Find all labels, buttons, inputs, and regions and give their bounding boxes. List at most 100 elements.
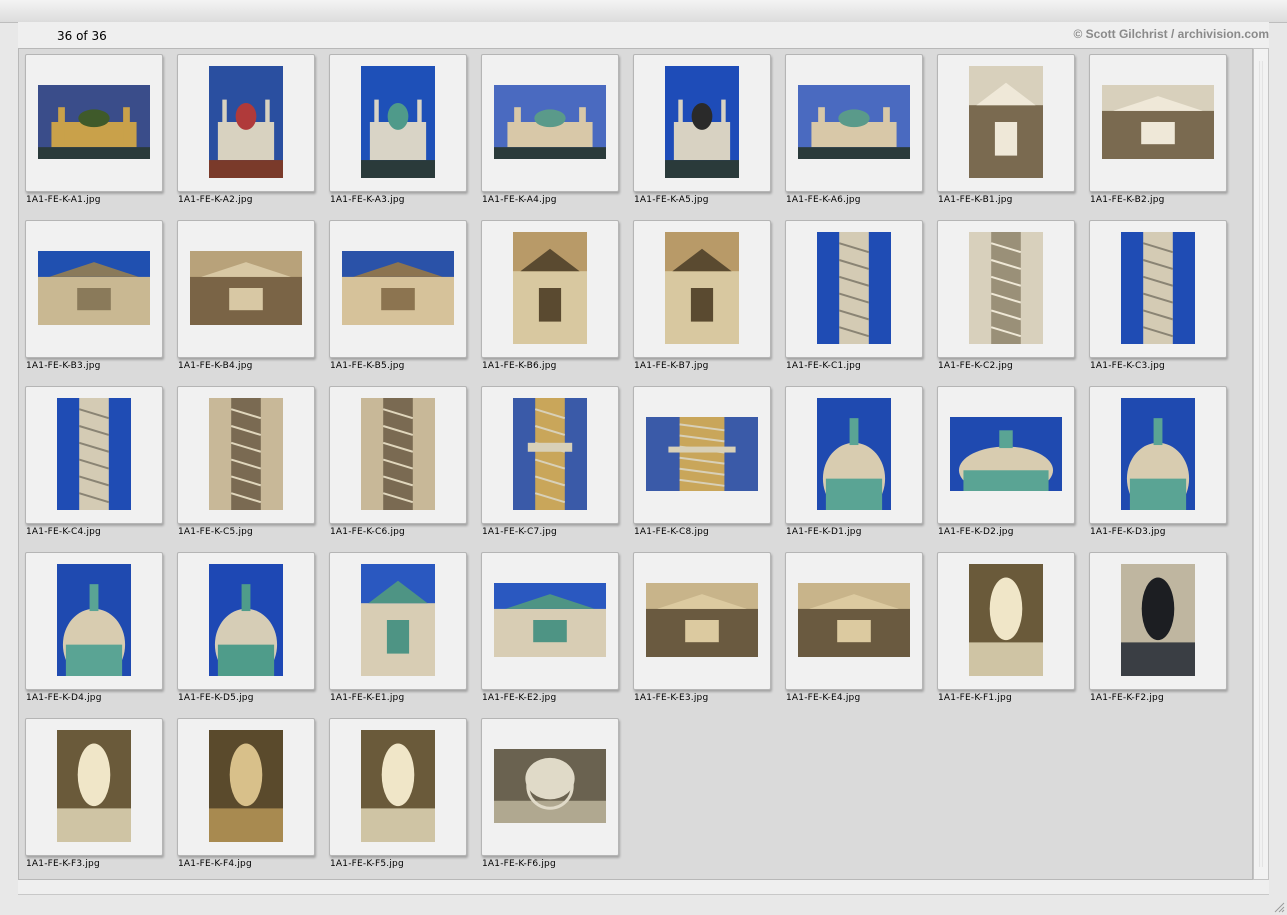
resize-grip-icon[interactable] (1273, 901, 1285, 913)
thumbnail-image[interactable] (494, 749, 606, 823)
thumbnail-image[interactable] (190, 251, 302, 325)
thumbnail-image[interactable] (665, 232, 739, 344)
thumbnail-tile[interactable] (937, 220, 1075, 358)
thumbnail-image[interactable] (361, 66, 435, 178)
thumbnail-tile[interactable] (785, 54, 923, 192)
thumbnail-tile[interactable] (785, 552, 923, 690)
thumbnail-filename: 1A1-FE-K-F2.jpg (1090, 693, 1164, 703)
thumbnail-tile[interactable] (177, 220, 315, 358)
thumbnail-image[interactable] (38, 251, 150, 325)
thumbnail-image[interactable] (494, 583, 606, 657)
thumbnail-filename: 1A1-FE-K-F4.jpg (178, 859, 252, 869)
thumbnail-filename: 1A1-FE-K-B1.jpg (938, 195, 1013, 205)
thumbnail-filename: 1A1-FE-K-D3.jpg (1090, 527, 1166, 537)
thumbnail-image[interactable] (1121, 398, 1195, 510)
vertical-scrollbar[interactable] (1253, 48, 1269, 880)
thumbnail-image[interactable] (513, 232, 587, 344)
thumbnail-image[interactable] (494, 85, 606, 159)
image-count: 36 of 36 (57, 29, 107, 43)
thumbnail-image[interactable] (798, 85, 910, 159)
thumbnail-image[interactable] (361, 398, 435, 510)
thumbnail-filename: 1A1-FE-K-C1.jpg (786, 361, 861, 371)
thumbnail-image[interactable] (57, 564, 131, 676)
thumbnail-image[interactable] (1121, 564, 1195, 676)
thumbnail-tile[interactable] (329, 54, 467, 192)
thumbnail-tile[interactable] (633, 386, 771, 524)
thumbnail-tile[interactable] (937, 552, 1075, 690)
thumbnail-tile[interactable] (25, 552, 163, 690)
thumbnail-tile[interactable] (481, 718, 619, 856)
thumbnail-filename: 1A1-FE-K-C5.jpg (178, 527, 253, 537)
thumbnail-image[interactable] (209, 564, 283, 676)
thumbnail-tile[interactable] (329, 220, 467, 358)
thumbnail-tile[interactable] (937, 386, 1075, 524)
title-bar (0, 0, 1287, 23)
thumbnail-image[interactable] (969, 66, 1043, 178)
thumbnail-tile[interactable] (633, 552, 771, 690)
thumbnail-filename: 1A1-FE-K-B6.jpg (482, 361, 557, 371)
thumbnail-filename: 1A1-FE-K-B7.jpg (634, 361, 709, 371)
thumbnail-tile[interactable] (937, 54, 1075, 192)
thumbnail-image[interactable] (665, 66, 739, 178)
thumbnail-image[interactable] (57, 398, 131, 510)
thumbnail-filename: 1A1-FE-K-C4.jpg (26, 527, 101, 537)
thumbnail-filename: 1A1-FE-K-D1.jpg (786, 527, 862, 537)
thumbnail-image[interactable] (209, 730, 283, 842)
thumbnail-tile[interactable] (1089, 220, 1227, 358)
thumbnail-image[interactable] (361, 564, 435, 676)
thumbnail-tile[interactable] (329, 718, 467, 856)
thumbnail-tile[interactable] (785, 386, 923, 524)
thumbnail-tile[interactable] (329, 552, 467, 690)
thumbnail-image[interactable] (513, 398, 587, 510)
thumbnail-tile[interactable] (177, 552, 315, 690)
thumbnail-filename: 1A1-FE-K-E3.jpg (634, 693, 709, 703)
thumbnail-image[interactable] (1102, 85, 1214, 159)
thumbnail-filename: 1A1-FE-K-E1.jpg (330, 693, 405, 703)
thumbnail-tile[interactable] (481, 552, 619, 690)
thumbnail-tile[interactable] (25, 54, 163, 192)
thumbnail-tile[interactable] (177, 718, 315, 856)
thumbnail-filename: 1A1-FE-K-C8.jpg (634, 527, 709, 537)
thumbnail-image[interactable] (361, 730, 435, 842)
thumbnail-tile[interactable] (25, 386, 163, 524)
thumbnail-filename: 1A1-FE-K-A4.jpg (482, 195, 557, 205)
thumbnail-image[interactable] (209, 398, 283, 510)
thumbnail-filename: 1A1-FE-K-A5.jpg (634, 195, 709, 205)
status-bar (18, 880, 1269, 895)
scrollbar-track[interactable] (1259, 61, 1263, 867)
thumbnail-tile[interactable] (1089, 552, 1227, 690)
thumbnail-image[interactable] (209, 66, 283, 178)
thumbnail-tile[interactable] (177, 54, 315, 192)
thumbnail-filename: 1A1-FE-K-F6.jpg (482, 859, 556, 869)
thumbnail-tile[interactable] (481, 54, 619, 192)
thumbnail-image[interactable] (798, 583, 910, 657)
thumbnail-image[interactable] (342, 251, 454, 325)
thumbnail-filename: 1A1-FE-K-B4.jpg (178, 361, 253, 371)
thumbnail-tile[interactable] (329, 386, 467, 524)
thumbnail-filename: 1A1-FE-K-D5.jpg (178, 693, 254, 703)
thumbnail-image[interactable] (817, 398, 891, 510)
thumbnail-tile[interactable] (633, 220, 771, 358)
thumbnail-image[interactable] (646, 583, 758, 657)
thumbnail-image[interactable] (646, 417, 758, 491)
thumbnail-image[interactable] (817, 232, 891, 344)
thumbnail-image[interactable] (969, 564, 1043, 676)
thumbnail-tile[interactable] (1089, 54, 1227, 192)
thumbnail-image[interactable] (969, 232, 1043, 344)
thumbnail-tile[interactable] (785, 220, 923, 358)
thumbnail-tile[interactable] (177, 386, 315, 524)
thumbnail-image[interactable] (1121, 232, 1195, 344)
thumbnail-tile[interactable] (25, 220, 163, 358)
thumbnail-image[interactable] (38, 85, 150, 159)
thumbnail-filename: 1A1-FE-K-F5.jpg (330, 859, 404, 869)
thumbnail-tile[interactable] (481, 386, 619, 524)
thumbnail-filename: 1A1-FE-K-B2.jpg (1090, 195, 1165, 205)
thumbnail-image[interactable] (57, 730, 131, 842)
thumbnail-tile[interactable] (481, 220, 619, 358)
thumbnail-filename: 1A1-FE-K-C7.jpg (482, 527, 557, 537)
thumbnail-image[interactable] (950, 417, 1062, 491)
thumbnail-tile[interactable] (1089, 386, 1227, 524)
thumbnail-tile[interactable] (633, 54, 771, 192)
thumbnail-filename: 1A1-FE-K-E2.jpg (482, 693, 557, 703)
thumbnail-tile[interactable] (25, 718, 163, 856)
